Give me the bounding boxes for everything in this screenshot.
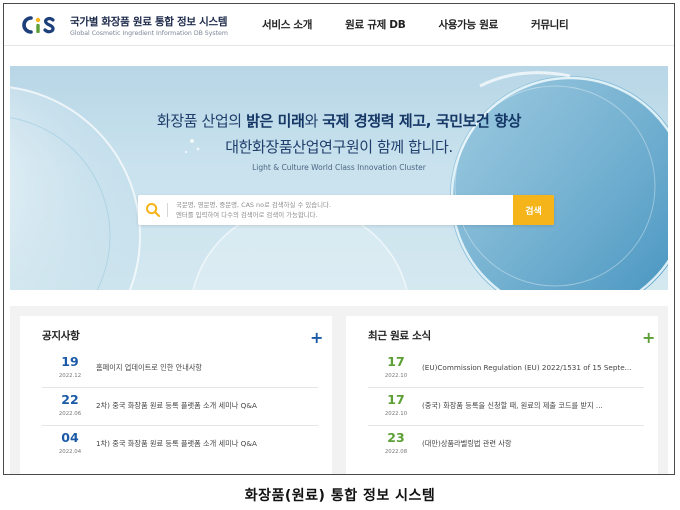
notice-day: 04 — [61, 430, 79, 445]
search-input-hint-1[interactable]: 국문명, 영문명, 중문명, CAS no로 검색하실 수 있습니다. — [176, 200, 331, 209]
site-logo[interactable]: 국가별 화장품 원료 통합 정보 시스템 Global Cosmetic Ing… — [20, 12, 228, 38]
nav-community[interactable]: 커뮤니티 — [531, 17, 569, 32]
notice-year-month: 2022.04 — [58, 449, 82, 455]
news-more-button[interactable]: + — [642, 330, 655, 346]
news-year-month: 2022.08 — [384, 449, 408, 455]
news-panel: 최근 원료 소식 + 17 2022.10 (EU)Commission Reg… — [346, 316, 658, 474]
hero-subheadline: 대한화장품산업연구원이 함께 합니다. — [225, 138, 453, 156]
notice-row[interactable]: 04 2022.04 1차) 중국 화장품 원료 등록 플랫폼 소개 세미나 Q… — [42, 428, 318, 464]
hero-tagline: Light & Culture World Class Innovation C… — [252, 163, 426, 172]
hero-headline-bold-1: 밝은 미래 — [246, 112, 305, 130]
news-row[interactable]: 17 2022.10 (중국) 화장품 등록을 신청할 때, 원료의 제출 코드… — [368, 390, 644, 426]
hero-headline-mid: 와 — [304, 112, 323, 130]
nav-service-intro[interactable]: 서비스 소개 — [262, 17, 312, 32]
notice-text[interactable]: 홈페이지 업데이트로 인한 안내사항 — [96, 363, 318, 373]
hero-banner: 화장품 산업의 밝은 미래와 국제 경쟁력 제고, 국민보건 향상 대한화장품산… — [10, 66, 668, 290]
notice-title: 공지사항 — [42, 330, 80, 342]
hero-background-image — [10, 71, 668, 290]
cis-logo-icon — [20, 13, 64, 37]
news-text[interactable]: (대만)상품라벨링법 관련 사항 — [422, 439, 644, 449]
site-header: 국가별 화장품 원료 통합 정보 시스템 Global Cosmetic Ing… — [4, 4, 674, 46]
notice-day: 22 — [61, 392, 79, 407]
notice-panel: 공지사항 + 19 2022.12 홈페이지 업데이트로 인한 안내사항 22 … — [20, 316, 332, 474]
news-row[interactable]: 17 2022.10 (EU)Commission Regulation (EU… — [368, 352, 644, 388]
notice-text[interactable]: 2차) 중국 화장품 원료 등록 플랫폼 소개 세미나 Q&A — [96, 401, 318, 411]
notice-year-month: 2022.12 — [58, 373, 82, 379]
news-day: 17 — [387, 392, 405, 407]
notice-row[interactable]: 22 2022.06 2차) 중국 화장품 원료 등록 플랫폼 소개 세미나 Q… — [42, 390, 318, 426]
news-text[interactable]: (중국) 화장품 등록을 신청할 때, 원료의 제출 코드를 받지 ... — [422, 401, 644, 411]
news-day: 17 — [387, 354, 405, 369]
nav-usable-ingredients[interactable]: 사용가능 원료 — [438, 17, 498, 32]
screenshot-frame: 국가별 화장품 원료 통합 정보 시스템 Global Cosmetic Ing… — [3, 3, 675, 475]
figure-caption: 화장품(원료) 통합 정보 시스템 — [244, 488, 436, 504]
notice-day: 19 — [61, 354, 79, 369]
news-day: 23 — [387, 430, 405, 445]
search-input-hint-2[interactable]: 엔터를 입력하여 다수의 검색어로 검색이 가능합니다. — [176, 210, 318, 219]
logo-subtitle: Global Cosmetic Ingredient Information D… — [70, 29, 228, 37]
hero-headline-pre: 화장품 산업의 — [156, 112, 247, 130]
notice-more-button[interactable]: + — [310, 330, 323, 346]
news-text[interactable]: (EU)Commission Regulation (EU) 2022/1531… — [422, 363, 644, 372]
news-title: 최근 원료 소식 — [368, 330, 431, 342]
search-icon[interactable] — [145, 202, 161, 218]
news-row[interactable]: 23 2022.08 (대만)상품라벨링법 관련 사항 — [368, 428, 644, 464]
news-year-month: 2022.10 — [384, 373, 408, 379]
nav-regulation-db[interactable]: 원료 규제 DB — [345, 17, 406, 32]
hero-headline: 화장품 산업의 밝은 미래와 국제 경쟁력 제고, 국민보건 향상 — [10, 110, 668, 131]
hero-headline-bold-2: 국제 경쟁력 제고, 국민보건 향상 — [322, 112, 522, 130]
search-bar: 국문명, 영문명, 중문명, CAS no로 검색하실 수 있습니다. 엔터를 … — [138, 195, 554, 225]
search-divider — [167, 203, 168, 217]
news-year-month: 2022.10 — [384, 411, 408, 417]
main-nav: 서비스 소개 원료 규제 DB 사용가능 원료 커뮤니티 — [262, 17, 601, 32]
notice-text[interactable]: 1차) 중국 화장품 원료 등록 플랫폼 소개 세미나 Q&A — [96, 439, 318, 449]
logo-title: 국가별 화장품 원료 통합 정보 시스템 — [70, 15, 228, 28]
search-button[interactable]: 검색 — [513, 195, 554, 225]
notice-row[interactable]: 19 2022.12 홈페이지 업데이트로 인한 안내사항 — [42, 352, 318, 388]
notice-year-month: 2022.06 — [58, 411, 82, 417]
